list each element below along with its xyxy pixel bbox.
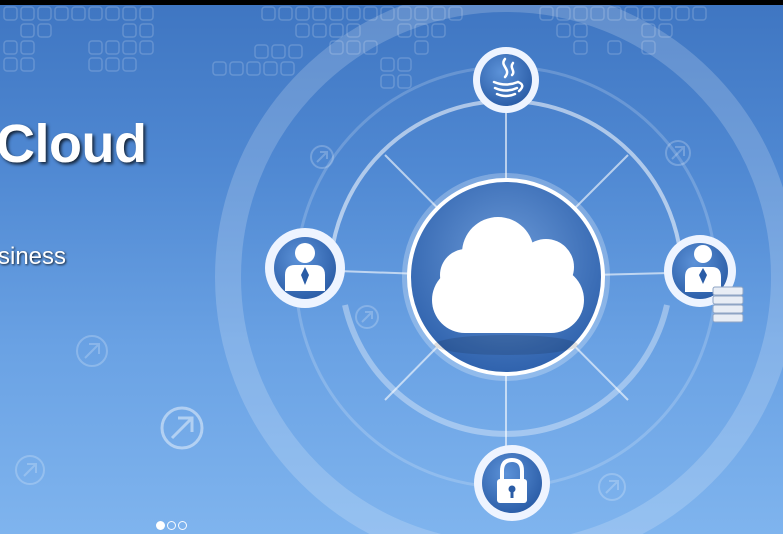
- hero-banner: Cloud siness: [0, 5, 783, 534]
- lock-node: [474, 445, 550, 521]
- carousel-dot-3[interactable]: [178, 521, 187, 530]
- java-node: [473, 47, 539, 113]
- user-node: [265, 228, 345, 308]
- carousel-dot-1[interactable]: [156, 521, 165, 530]
- carousel-pager: [156, 521, 187, 530]
- cloud-network-graphic: [215, 5, 783, 534]
- cloud-center-node: [402, 173, 610, 381]
- user-database-node: [664, 235, 744, 323]
- carousel-dot-2[interactable]: [167, 521, 176, 530]
